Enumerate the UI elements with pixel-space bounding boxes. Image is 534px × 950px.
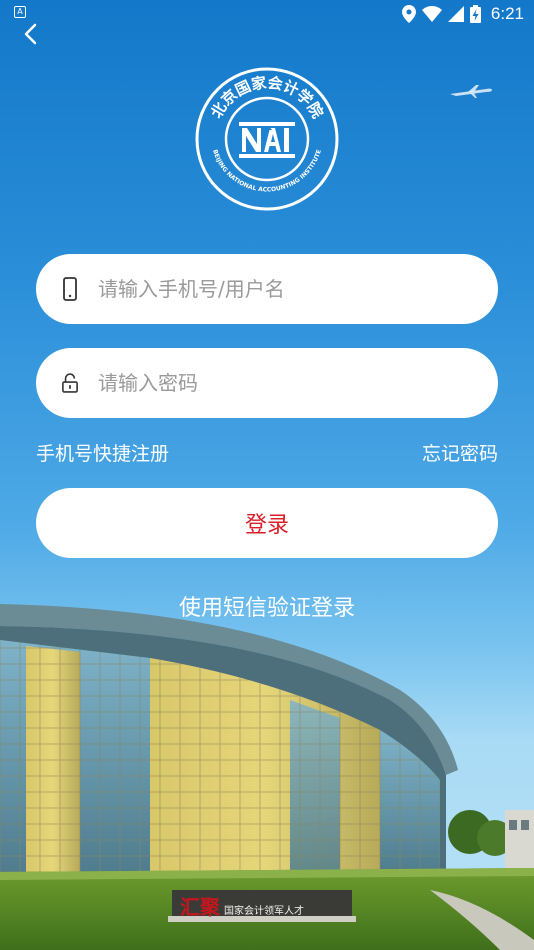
forgot-password-link[interactable]: 忘记密码 — [422, 439, 498, 466]
signal-icon — [447, 6, 464, 22]
password-input[interactable] — [98, 371, 458, 395]
back-button[interactable] — [14, 18, 46, 50]
phone-icon — [62, 277, 78, 301]
lock-icon — [62, 371, 78, 395]
notification-app-icon: A — [14, 6, 26, 18]
banner-main-text: 汇聚 — [180, 895, 220, 919]
login-screen: A 6:21 北京国家会计学院 BEIJING NATIONAL ACCOUNT… — [0, 0, 534, 950]
quick-register-link[interactable]: 手机号快捷注册 — [36, 439, 169, 466]
username-input[interactable] — [98, 277, 458, 301]
password-field[interactable] — [36, 348, 498, 418]
status-bar: A 6:21 — [0, 0, 534, 28]
campus-banner: 汇聚 国家会计领军人才 — [180, 894, 304, 920]
banner-sub-text: 国家会计领军人才 — [224, 906, 304, 917]
battery-charging-icon — [469, 5, 481, 23]
wifi-icon — [421, 6, 442, 22]
status-right-group: 6:21 — [401, 3, 524, 25]
back-arrow-icon — [24, 23, 37, 45]
institute-logo: 北京国家会计学院 BEIJING NATIONAL ACCOUNTING INS… — [195, 67, 339, 211]
login-button[interactable]: 登录 — [36, 488, 498, 558]
status-time: 6:21 — [490, 4, 524, 23]
username-field[interactable] — [36, 254, 498, 324]
logo-monogram — [239, 122, 295, 158]
airplane-icon — [450, 85, 492, 98]
location-icon — [401, 5, 416, 23]
